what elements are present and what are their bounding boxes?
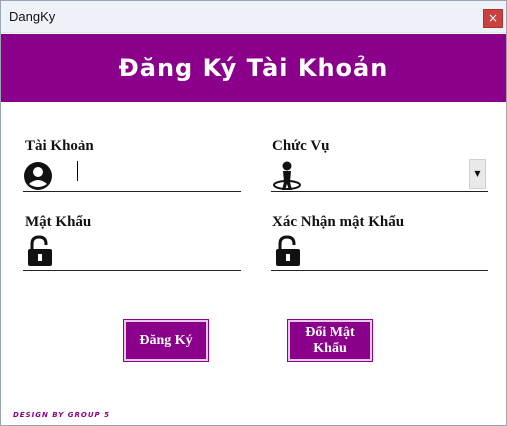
password-input[interactable] <box>71 239 236 265</box>
footer-credit: DESIGN BY GROUP 5 <box>13 411 110 419</box>
confirm-password-label: Xác Nhận mật Khẩu <box>272 214 405 230</box>
window-title: DangKy <box>9 9 56 24</box>
register-button[interactable]: Đăng Ký <box>123 319 209 362</box>
register-window: DangKy × Đăng Ký Tài Khoản Tài Khoản Chứ… <box>0 0 507 426</box>
dropdown-arrow-icon: ▼ <box>474 169 481 178</box>
password-label: Mật Khẩu <box>25 214 92 230</box>
account-label: Tài Khoản <box>25 138 94 154</box>
change-password-button[interactable]: Đổi Mật Khẩu <box>287 319 373 362</box>
close-button[interactable]: × <box>483 9 503 28</box>
confirm-password-input[interactable] <box>316 239 481 265</box>
unlock-icon <box>26 235 54 272</box>
account-underline <box>23 191 241 192</box>
text-caret <box>77 161 78 181</box>
page-title: Đăng Ký Tài Khoản <box>118 54 389 82</box>
title-bar[interactable]: DangKy × <box>1 1 506 33</box>
role-select[interactable] <box>306 161 466 187</box>
role-label: Chức Vụ <box>272 138 330 154</box>
password-underline <box>23 270 241 271</box>
confirm-password-underline <box>271 270 488 271</box>
header-banner: Đăng Ký Tài Khoản <box>1 34 506 102</box>
unlock-icon <box>274 235 302 272</box>
role-underline <box>271 191 488 192</box>
role-dropdown-button[interactable]: ▼ <box>469 159 486 189</box>
account-input[interactable] <box>71 161 236 187</box>
